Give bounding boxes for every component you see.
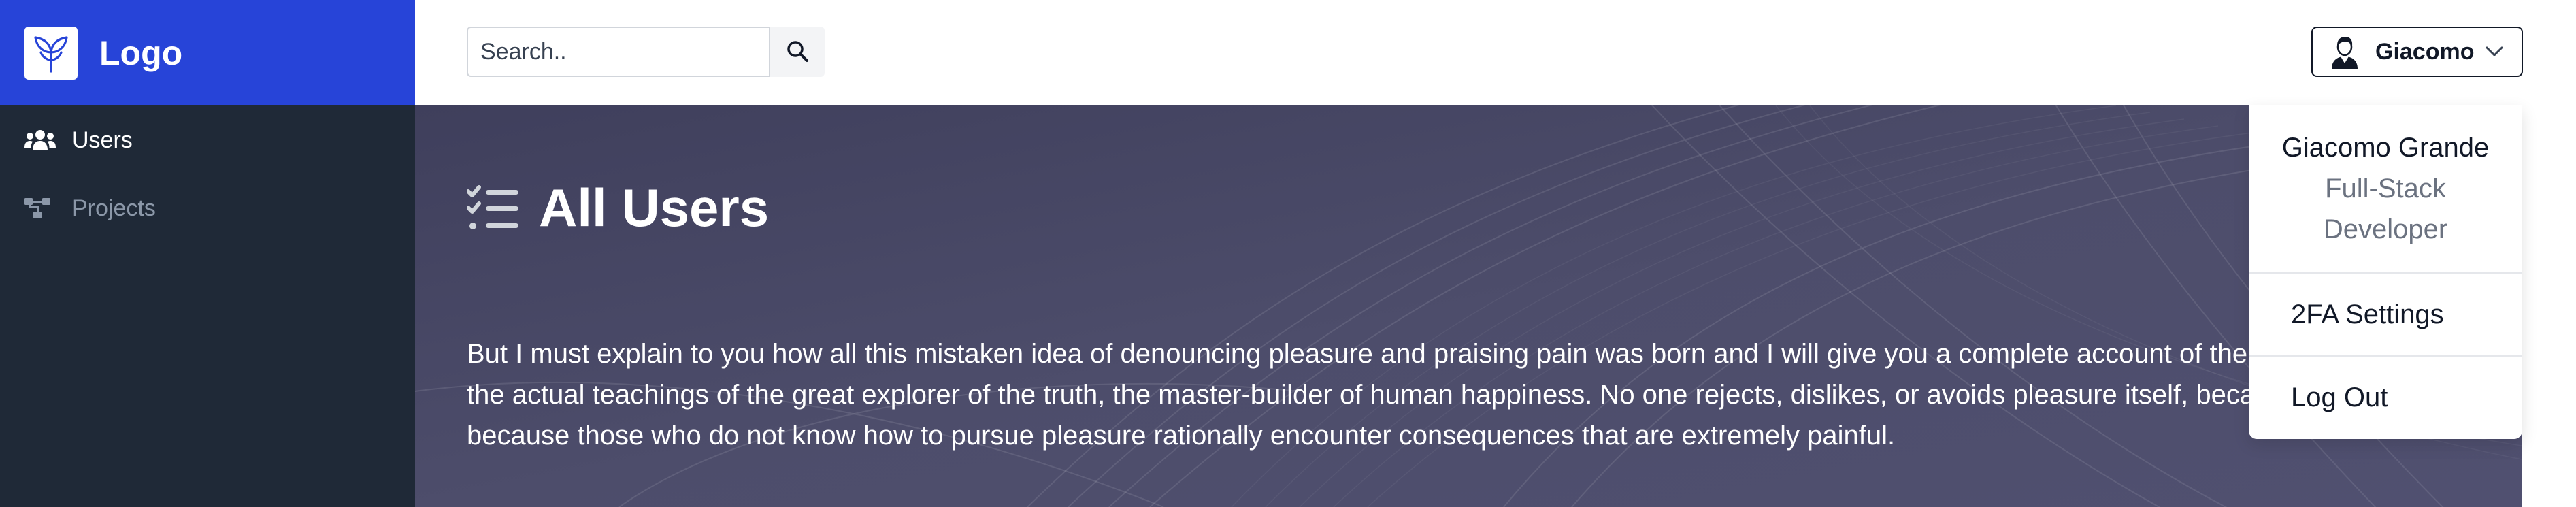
profile-role: Full-Stack Developer <box>2323 174 2448 244</box>
sidebar-item-label: Projects <box>72 195 156 221</box>
profile-full-name: Giacomo Grande <box>2281 133 2490 163</box>
description-line: because those who do not know how to pur… <box>467 421 1896 451</box>
description-text: But I must explain to you how all this m… <box>467 333 2522 456</box>
user-menu-button[interactable]: Giacomo <box>2311 27 2523 77</box>
projects-icon <box>24 197 57 220</box>
page-right-margin <box>2522 105 2576 507</box>
menu-item-2fa-settings[interactable]: 2FA Settings <box>2249 274 2522 355</box>
description-line: But I must explain to you how all this m… <box>467 339 2248 369</box>
sidebar: Users Projects <box>0 105 415 507</box>
avatar-icon <box>2328 35 2362 69</box>
page-header: All Users <box>466 177 770 239</box>
search-icon <box>786 39 809 65</box>
user-name: Giacomo <box>2375 38 2475 65</box>
leaf-logo-icon[interactable] <box>24 26 78 80</box>
list-check-icon <box>466 184 520 232</box>
sidebar-item-label: Users <box>72 127 133 153</box>
search-bar <box>467 27 825 77</box>
users-icon <box>24 129 57 152</box>
logo-text[interactable]: Logo <box>99 33 182 73</box>
chevron-down-icon <box>2485 46 2504 58</box>
top-header: Giacomo <box>415 0 2576 105</box>
dropdown-profile: Giacomo Grande Full-Stack Developer <box>2249 105 2522 272</box>
menu-item-log-out[interactable]: Log Out <box>2249 357 2522 438</box>
sidebar-item-projects[interactable]: Projects <box>0 174 415 242</box>
sidebar-item-users[interactable]: Users <box>0 106 415 174</box>
description-line: the actual teachings of the great explor… <box>467 380 2256 410</box>
page-title: All Users <box>539 178 770 238</box>
logo-bar: Logo <box>0 0 415 105</box>
main-content: All Users But I must explain to you how … <box>415 105 2522 507</box>
search-input[interactable] <box>467 27 770 77</box>
user-dropdown-menu: Giacomo Grande Full-Stack Developer 2FA … <box>2249 105 2522 439</box>
search-button[interactable] <box>770 27 825 77</box>
